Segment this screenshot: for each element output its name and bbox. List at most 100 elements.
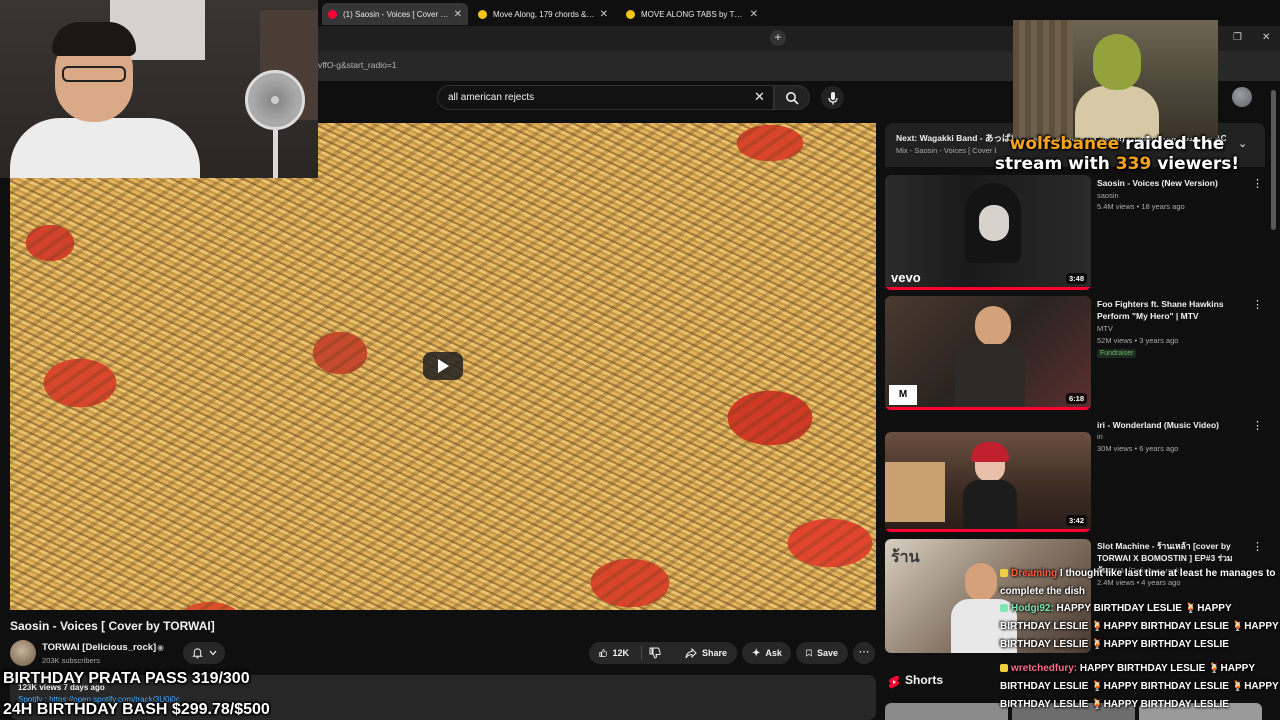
chat-message: wretchedfury: HAPPY BIRTHDAY LESLIE 🍹HAP… <box>1000 660 1280 714</box>
rec-thumbnail[interactable]: 3:42 <box>885 432 1091 532</box>
tabs-site-favicon-icon <box>626 9 635 19</box>
browser-tab-youtube[interactable]: (1) Saosin - Voices [ Cover by T ✕ <box>322 3 468 25</box>
webcam-fan <box>245 70 305 130</box>
rec-channel[interactable]: MTV <box>1097 324 1113 333</box>
close-tab-icon[interactable]: ✕ <box>454 9 462 20</box>
webcam-person-glasses <box>62 66 126 82</box>
voice-search-button[interactable] <box>821 86 844 109</box>
streamer-webcam <box>0 0 318 178</box>
like-button[interactable]: 12K <box>589 642 639 664</box>
rec-title[interactable]: Foo Fighters ft. Shane Hawkins Perform "… <box>1097 298 1247 322</box>
tab-label: MOVE ALONG TABS by The All <box>641 9 746 19</box>
search-box[interactable] <box>437 85 774 110</box>
short-thumbnail[interactable] <box>885 703 1008 720</box>
chat-badge-icon <box>1000 604 1008 613</box>
duration-badge: 3:48 <box>1065 273 1087 284</box>
subscriber-count: 203K subscribers <box>42 656 100 665</box>
play-icon <box>438 359 449 373</box>
webcam-fan-stand <box>273 130 278 178</box>
rec-stats: 52M views • 3 years ago <box>1097 336 1179 345</box>
stream-goal-prata: BIRTHDAY PRATA PASS 319/300 <box>3 670 250 687</box>
account-avatar[interactable] <box>1232 87 1252 107</box>
search-input[interactable] <box>448 92 763 103</box>
close-tab-icon[interactable]: ✕ <box>600 9 608 20</box>
tab-label: (1) Saosin - Voices [ Cover by T <box>343 9 450 19</box>
save-button[interactable]: Save <box>796 642 848 664</box>
rec-channel[interactable]: iri <box>1097 432 1103 441</box>
play-button[interactable] <box>423 352 463 380</box>
raid-text-1: raided the <box>1119 134 1225 154</box>
mtv-logo: M <box>889 385 917 405</box>
raid-text-2: stream with <box>994 154 1116 174</box>
rec-stats: 30M views • 6 years ago <box>1097 444 1179 453</box>
screen: (1) Saosin - Voices [ Cover by T ✕ Move … <box>0 0 1280 720</box>
restore-window-icon[interactable]: ❐ <box>1233 32 1242 43</box>
rec-title[interactable]: iri - Wonderland (Music Video) <box>1097 419 1247 431</box>
close-tab-icon[interactable]: ✕ <box>750 9 758 20</box>
fundraiser-badge: Fundraiser <box>1097 349 1137 358</box>
stream-goal-birthday-bash: 24H BIRTHDAY BASH $299.78/$500 <box>3 701 270 718</box>
bell-icon <box>191 647 203 659</box>
rec-title[interactable]: Saosin - Voices (New Version) <box>1097 177 1247 189</box>
channel-avatar[interactable] <box>10 640 36 666</box>
more-options-icon[interactable]: ⋮ <box>1252 177 1263 190</box>
shorts-icon <box>888 675 900 689</box>
more-options-icon[interactable]: ⋮ <box>1252 298 1263 311</box>
close-window-icon[interactable]: ✕ <box>1262 32 1270 43</box>
duration-badge: 3:42 <box>1065 515 1087 526</box>
share-button[interactable]: Share <box>675 642 737 664</box>
more-options-icon[interactable]: ⋮ <box>1252 540 1263 553</box>
chat-username: Hodgi92: <box>1011 603 1054 614</box>
raid-shrek-image <box>1013 20 1218 138</box>
thumbs-up-icon <box>599 649 608 657</box>
chat-message: Hodgi92: HAPPY BIRTHDAY LESLIE 🍹HAPPY BI… <box>1000 600 1280 654</box>
search-icon <box>786 91 799 105</box>
raid-image-wood <box>1013 20 1073 138</box>
search-button[interactable] <box>774 85 810 110</box>
watch-progress-bar <box>885 407 1091 410</box>
subscription-bell-button[interactable] <box>183 642 225 664</box>
clear-search-icon[interactable]: ✕ <box>754 89 765 105</box>
channel-name[interactable]: TORWAI [Delicious_rock] <box>42 642 156 653</box>
share-label: Share <box>701 648 727 658</box>
rec-thumbnail[interactable]: M 6:18 <box>885 296 1091 410</box>
thumbs-down-icon <box>649 647 661 659</box>
ask-button[interactable]: ✦ Ask <box>742 642 791 664</box>
shorts-heading: Shorts <box>905 673 944 687</box>
raid-viewer-count: 339 <box>1115 154 1152 174</box>
video-title: Saosin - Voices [ Cover by TORWAI] <box>10 619 215 633</box>
more-actions-button[interactable]: ⋯ <box>853 642 875 664</box>
like-count: 12K <box>612 648 629 658</box>
watch-progress-bar <box>885 529 1091 532</box>
tabs-site-favicon-icon <box>478 9 487 19</box>
rec-stats: 5.4M views • 18 years ago <box>1097 202 1185 211</box>
raider-name: wolfsbanee <box>1009 134 1120 154</box>
raid-image-body <box>1075 86 1159 138</box>
rec-channel[interactable]: saosin <box>1097 191 1119 200</box>
raid-text-3: viewers! <box>1151 154 1240 174</box>
chat-badge-icon <box>1000 569 1008 578</box>
new-tab-button[interactable]: + <box>770 30 786 46</box>
browser-tab-chords[interactable]: Move Along, 179 chords & tabs ✕ <box>472 3 614 25</box>
more-options-icon[interactable]: ⋮ <box>1252 419 1263 432</box>
raid-image-face <box>1093 34 1141 90</box>
url-text[interactable]: vffO-g&start_radio=1 <box>318 60 397 70</box>
like-separator <box>641 646 642 660</box>
duration-badge: 6:18 <box>1065 393 1087 404</box>
thumbnail-text-art: ร้าน <box>891 549 920 566</box>
youtube-favicon-icon <box>328 9 337 19</box>
chat-username: Dreaming <box>1011 568 1058 579</box>
verified-icon: ◉ <box>157 643 164 652</box>
chevron-down-icon <box>209 650 216 656</box>
chat-message: Dreaming I thought like last time at lea… <box>1000 565 1280 601</box>
raid-alert: wolfsbanee raided the stream with 339 vi… <box>992 134 1242 174</box>
mix-title: Mix - Saosin - Voices [ Cover by TORWAI] <box>896 146 996 155</box>
share-icon <box>685 647 697 658</box>
vevo-logo: vevo <box>891 270 921 285</box>
dislike-button[interactable] <box>643 642 669 664</box>
microphone-icon <box>827 91 838 104</box>
page-scrollbar[interactable] <box>1271 90 1276 230</box>
browser-tab-tabs[interactable]: MOVE ALONG TABS by The All ✕ <box>620 3 764 25</box>
bookmark-icon <box>806 649 812 657</box>
rec-thumbnail[interactable]: vevo 3:48 <box>885 175 1091 290</box>
